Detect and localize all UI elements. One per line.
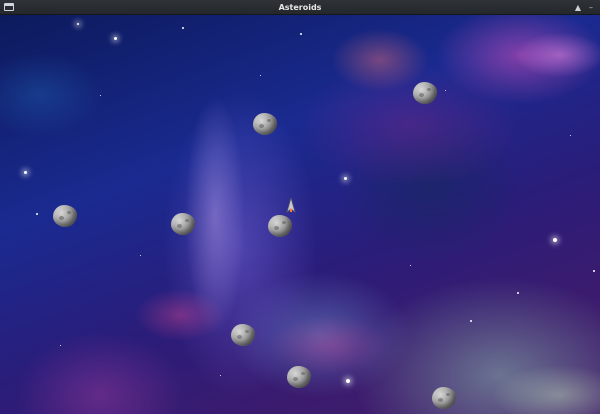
up-arrow-icon: ▲ xyxy=(574,3,582,12)
game-window: Asteroids ▲ – xyxy=(0,0,600,414)
star xyxy=(570,135,571,136)
star xyxy=(300,33,302,35)
nebula-background xyxy=(0,15,600,414)
star xyxy=(517,292,519,294)
star xyxy=(260,75,261,76)
star xyxy=(344,177,347,180)
keep-above-button[interactable]: ▲ xyxy=(572,0,584,15)
title-bar[interactable]: Asteroids ▲ – xyxy=(0,0,600,15)
star xyxy=(470,320,472,322)
minimize-button[interactable]: – xyxy=(585,0,597,15)
star xyxy=(445,90,446,91)
app-window-icon xyxy=(4,3,14,11)
minimize-icon: – xyxy=(589,3,593,12)
player-ship xyxy=(286,196,296,214)
star xyxy=(140,255,141,256)
star xyxy=(24,171,27,174)
star xyxy=(77,23,79,25)
star xyxy=(60,345,61,346)
star xyxy=(410,265,411,266)
star xyxy=(593,270,595,272)
star xyxy=(36,213,38,215)
star xyxy=(220,375,221,376)
ship-icon xyxy=(286,196,296,214)
star xyxy=(114,37,117,40)
game-canvas[interactable] xyxy=(0,15,600,414)
star xyxy=(100,95,101,96)
star xyxy=(346,379,350,383)
star xyxy=(553,238,557,242)
star xyxy=(182,27,184,29)
window-title: Asteroids xyxy=(278,3,322,12)
